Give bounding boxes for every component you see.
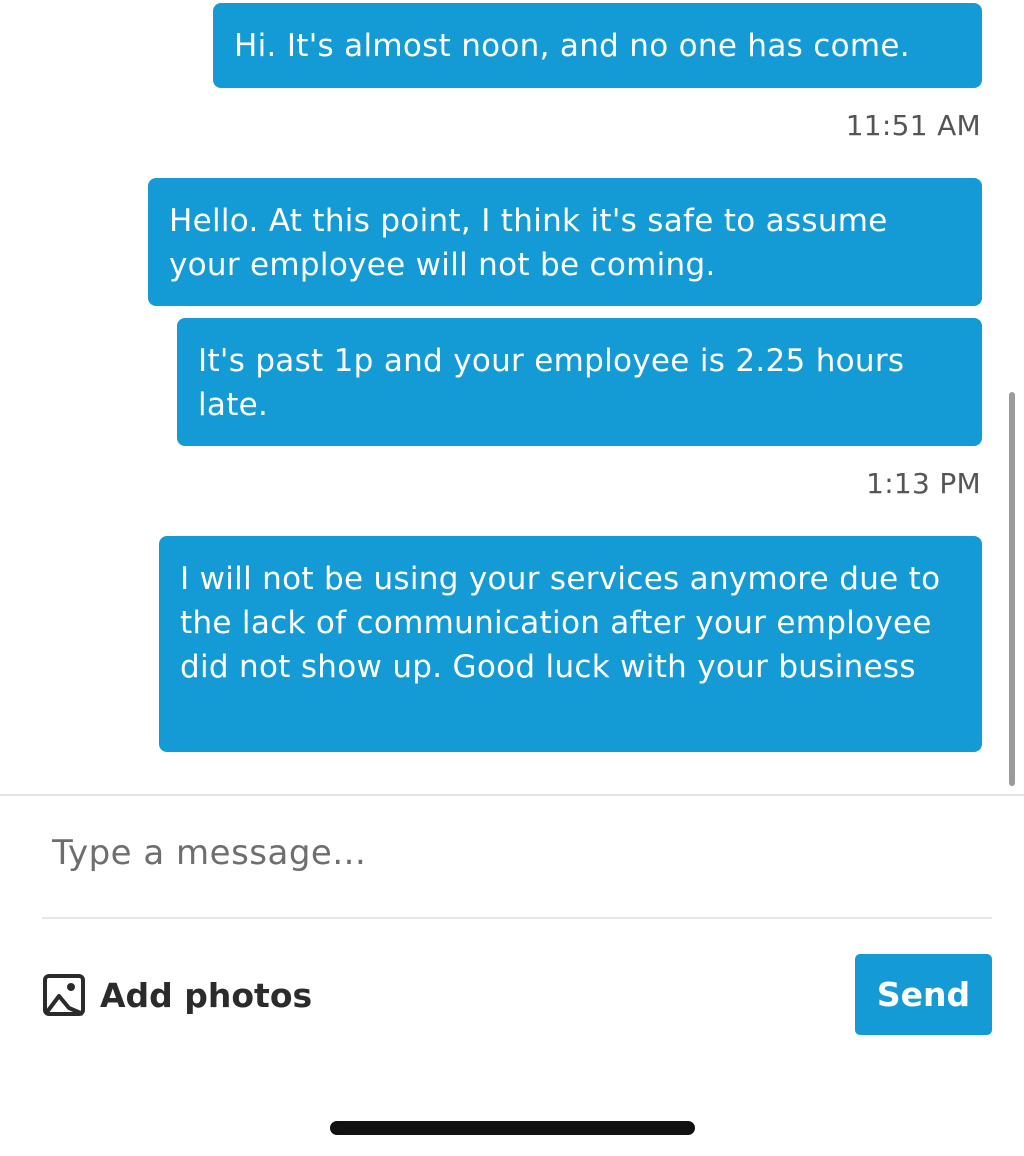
home-indicator[interactable] <box>330 1121 695 1135</box>
input-underline <box>42 917 992 919</box>
add-photos-label: Add photos <box>100 975 313 1015</box>
composer-divider <box>0 794 1024 796</box>
sent-message-bubble: Hello. At this point, I think it's safe … <box>148 178 982 306</box>
image-icon <box>43 974 85 1016</box>
message-timestamp: 11:51 AM <box>845 109 981 142</box>
add-photos-button[interactable]: Add photos <box>42 970 312 1020</box>
thread-scrollbar[interactable] <box>1009 392 1015 786</box>
sent-message-bubble: It's past 1p and your employee is 2.25 h… <box>177 318 982 446</box>
chat-screen: Hi. It's almost noon, and no one has com… <box>0 0 1024 1156</box>
sent-message-bubble: I will not be using your services anymor… <box>159 536 982 752</box>
message-timestamp: 1:13 PM <box>866 467 981 500</box>
message-input[interactable] <box>42 818 992 888</box>
message-thread[interactable]: Hi. It's almost noon, and no one has com… <box>0 0 1024 794</box>
sent-message-bubble: Hi. It's almost noon, and no one has com… <box>213 3 982 88</box>
send-button[interactable]: Send <box>855 954 992 1035</box>
